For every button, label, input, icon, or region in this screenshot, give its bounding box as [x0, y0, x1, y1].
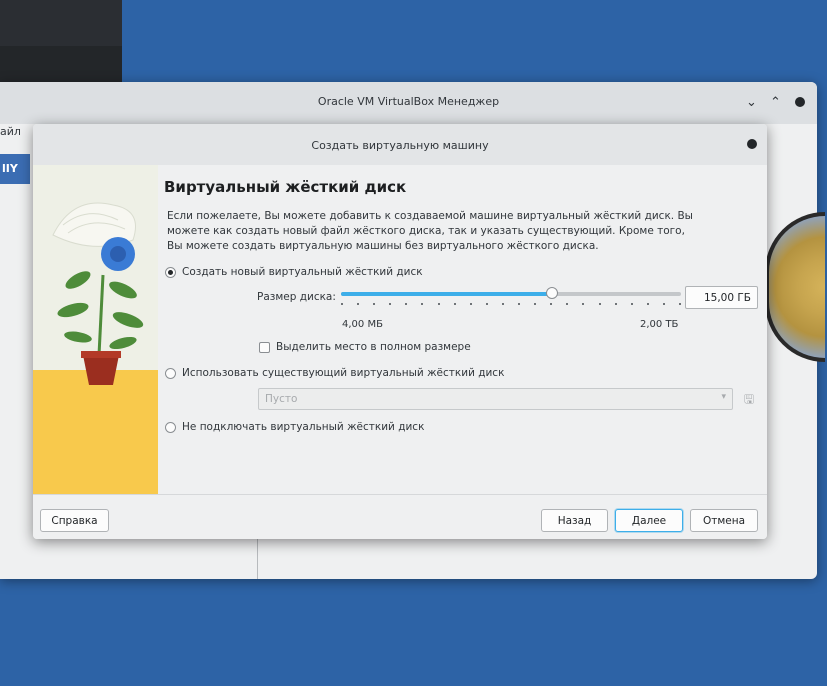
dialog-button-bar: Справка Назад Далее Отмена	[33, 494, 767, 539]
disk-size-max-label: 2,00 ТБ	[640, 319, 679, 330]
slider-tick	[501, 303, 504, 305]
slider-tick	[341, 303, 343, 305]
dialog-close-icon[interactable]	[747, 139, 757, 149]
help-button[interactable]: Справка	[40, 509, 109, 532]
toolbar-new-button[interactable]: lIY	[0, 154, 30, 184]
create-vm-dialog: Создать виртуальную машину Виртуальный ж…	[33, 124, 767, 539]
radio-no-disk-indicator[interactable]	[165, 421, 176, 433]
minimize-icon[interactable]: ⌄	[746, 95, 757, 110]
slider-tick	[566, 303, 569, 305]
radio-no-disk-label: Не подключать виртуальный жёсткий диск	[182, 421, 425, 433]
radio-create-new-disk[interactable]: Создать новый виртуальный жёсткий диск	[165, 266, 423, 278]
preallocate-checkbox-box[interactable]	[259, 341, 270, 353]
cancel-button[interactable]: Отмена	[690, 509, 758, 532]
manager-title: Oracle VM VirtualBox Менеджер	[317, 95, 500, 108]
slider-handle[interactable]	[545, 287, 558, 299]
manager-titlebar: Oracle VM VirtualBox Менеджер ⌄ ⌃	[0, 82, 817, 124]
radio-create-new-label: Создать новый виртуальный жёсткий диск	[182, 266, 423, 278]
dialog-title: Создать виртуальную машину	[311, 139, 489, 152]
wizard-illustration	[33, 165, 158, 494]
radio-no-disk[interactable]: Не подключать виртуальный жёсткий диск	[165, 421, 424, 433]
existing-disk-combobox[interactable]: Пусто ▾	[258, 388, 733, 410]
disk-size-min-label: 4,00 МБ	[342, 319, 383, 330]
disk-size-slider[interactable]	[341, 287, 681, 310]
slider-tick	[518, 303, 521, 305]
slider-tick	[582, 303, 585, 305]
slider-tick	[373, 303, 376, 305]
radio-create-new-indicator[interactable]	[165, 266, 176, 278]
close-icon[interactable]	[795, 97, 805, 107]
vm-preview-disc-icon	[765, 212, 825, 362]
radio-use-existing-disk[interactable]: Использовать существующий виртуальный жё…	[165, 367, 504, 379]
radio-use-existing-indicator[interactable]	[165, 367, 176, 379]
slider-tick	[646, 303, 649, 305]
floor-shape	[33, 370, 158, 494]
slider-tick	[453, 303, 456, 305]
background-window-strip	[0, 0, 122, 46]
preallocate-checkbox-label: Выделить место в полном размере	[276, 341, 471, 353]
slider-tick	[389, 303, 392, 305]
slider-ticks	[341, 303, 681, 306]
background-window	[0, 0, 122, 82]
radio-use-existing-label: Использовать существующий виртуальный жё…	[182, 367, 505, 379]
preallocate-checkbox[interactable]: Выделить место в полном размере	[259, 341, 471, 353]
slider-tick	[437, 303, 440, 305]
next-button[interactable]: Далее	[615, 509, 683, 532]
menu-file[interactable]: айл	[0, 125, 21, 138]
slider-tick	[550, 303, 553, 305]
disk-size-input[interactable]: 15,00 ГБ	[685, 286, 758, 309]
slider-tick	[469, 303, 472, 305]
maximize-icon[interactable]: ⌃	[770, 95, 781, 110]
existing-disk-combobox-value: Пусто	[265, 393, 298, 405]
slider-tick	[614, 303, 617, 305]
dialog-titlebar: Создать виртуальную машину	[33, 124, 767, 165]
slider-tick	[405, 303, 408, 305]
disk-size-label: Размер диска:	[257, 291, 336, 303]
page-title: Виртуальный жёсткий диск	[164, 178, 407, 196]
slider-tick	[598, 303, 601, 305]
slider-tick	[678, 303, 681, 305]
slider-tick	[662, 303, 665, 305]
slider-tick	[534, 303, 537, 305]
chevron-down-icon: ▾	[721, 392, 726, 402]
slider-tick	[421, 303, 424, 305]
slider-tick	[357, 303, 360, 305]
slider-tick	[485, 303, 488, 305]
choose-disk-folder-icon[interactable]: 🖫	[738, 388, 760, 410]
slider-tick	[630, 303, 633, 305]
page-description: Если пожелаете, Вы можете добавить к соз…	[167, 210, 693, 252]
back-button[interactable]: Назад	[541, 509, 608, 532]
slider-fill	[341, 292, 552, 296]
